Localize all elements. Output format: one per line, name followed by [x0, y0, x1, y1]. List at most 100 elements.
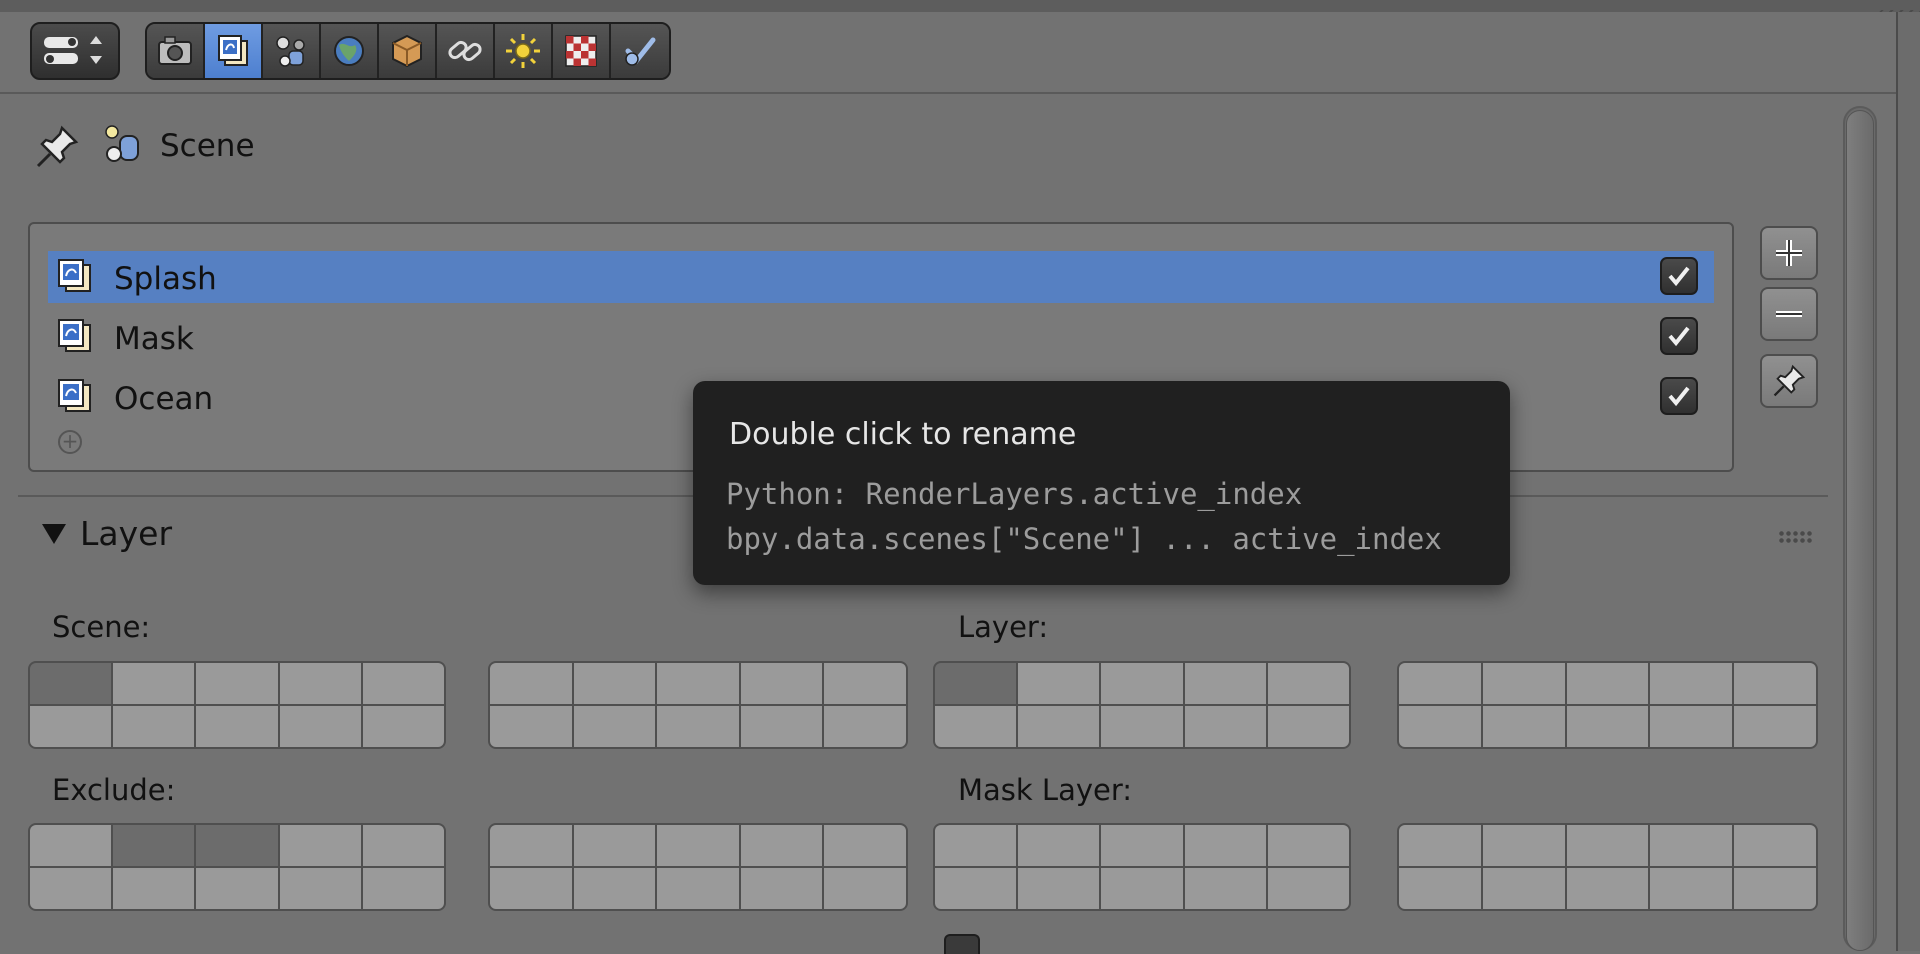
tab-object[interactable]: [379, 24, 437, 78]
layer-toggle[interactable]: [1399, 825, 1481, 866]
panel-drag-handle[interactable]: [1778, 530, 1812, 544]
add-layer-button[interactable]: [1760, 226, 1818, 280]
layer-toggle[interactable]: [1399, 868, 1481, 909]
scrollbar-thumb[interactable]: [1846, 110, 1874, 951]
layer-toggle[interactable]: [1482, 663, 1565, 704]
layer-toggle[interactable]: [279, 868, 361, 909]
layer-toggle[interactable]: [113, 706, 195, 747]
layer-toggle[interactable]: [362, 825, 444, 866]
tab-lamp[interactable]: [495, 24, 553, 78]
layer-toggle[interactable]: [1101, 706, 1183, 747]
layer-toggle[interactable]: [1734, 663, 1816, 704]
pin-icon[interactable]: [32, 122, 82, 172]
tab-render-layers[interactable]: [205, 24, 263, 78]
layer-toggle[interactable]: [1482, 868, 1565, 909]
layer-toggle[interactable]: [1650, 825, 1733, 866]
collapse-triangle-icon[interactable]: [42, 524, 66, 544]
layer-toggle[interactable]: [824, 663, 906, 704]
layer-toggle[interactable]: [490, 868, 572, 909]
layer-toggle[interactable]: [935, 706, 1017, 747]
layer-toggle[interactable]: [113, 663, 195, 704]
layer-toggle[interactable]: [935, 663, 1017, 704]
list-expand-icon[interactable]: +: [58, 430, 82, 454]
layer-toggle[interactable]: [1566, 663, 1649, 704]
use-environment-checkbox[interactable]: [944, 934, 980, 954]
layer-toggle[interactable]: [740, 868, 823, 909]
layer-toggle[interactable]: [30, 663, 112, 704]
list-item-mask[interactable]: Mask: [48, 311, 1714, 363]
enable-checkbox[interactable]: [1660, 317, 1698, 355]
layer-toggle[interactable]: [1399, 663, 1481, 704]
layer-toggle[interactable]: [1018, 663, 1100, 704]
layer-toggle[interactable]: [1101, 868, 1183, 909]
tab-world[interactable]: [321, 24, 379, 78]
layer-toggle[interactable]: [490, 706, 572, 747]
layer-toggle[interactable]: [573, 663, 656, 704]
layer-toggle[interactable]: [657, 868, 739, 909]
enable-checkbox[interactable]: [1660, 377, 1698, 415]
layer-toggle[interactable]: [1267, 868, 1349, 909]
tab-constraints[interactable]: [437, 24, 495, 78]
layer-toggle[interactable]: [1734, 706, 1816, 747]
layer-toggle[interactable]: [30, 706, 112, 747]
layer-toggle[interactable]: [1734, 868, 1816, 909]
layer-toggle[interactable]: [196, 825, 278, 866]
layer-toggle[interactable]: [279, 706, 361, 747]
layer-toggle[interactable]: [1734, 825, 1816, 866]
layer-toggle[interactable]: [657, 706, 739, 747]
layer-toggle[interactable]: [1650, 868, 1733, 909]
layer-toggle[interactable]: [1184, 825, 1266, 866]
layer-toggle[interactable]: [30, 868, 112, 909]
layer-toggle[interactable]: [1018, 706, 1100, 747]
layer-toggle[interactable]: [1101, 825, 1183, 866]
panel-title[interactable]: Layer: [80, 514, 172, 553]
layer-toggle[interactable]: [362, 706, 444, 747]
layer-toggle[interactable]: [740, 706, 823, 747]
layer-toggle[interactable]: [30, 825, 112, 866]
enable-checkbox[interactable]: [1660, 257, 1698, 295]
layer-toggle[interactable]: [1650, 663, 1733, 704]
layer-toggle[interactable]: [490, 825, 572, 866]
layer-toggle[interactable]: [196, 706, 278, 747]
layer-toggle[interactable]: [740, 663, 823, 704]
list-item-splash[interactable]: Splash: [48, 251, 1714, 303]
layer-toggle[interactable]: [573, 706, 656, 747]
layer-toggle[interactable]: [1184, 663, 1266, 704]
layer-toggle[interactable]: [740, 825, 823, 866]
tab-texture[interactable]: [553, 24, 611, 78]
layer-toggle[interactable]: [1184, 706, 1266, 747]
layer-toggle[interactable]: [196, 868, 278, 909]
layer-toggle[interactable]: [1184, 868, 1266, 909]
layer-toggle[interactable]: [279, 663, 361, 704]
tab-render[interactable]: [147, 24, 205, 78]
layer-toggle[interactable]: [657, 825, 739, 866]
layer-toggle[interactable]: [1267, 663, 1349, 704]
layer-toggle[interactable]: [935, 825, 1017, 866]
layer-toggle[interactable]: [1018, 825, 1100, 866]
layer-toggle[interactable]: [657, 663, 739, 704]
layer-toggle[interactable]: [1267, 706, 1349, 747]
pin-layer-button[interactable]: [1760, 354, 1818, 408]
layer-toggle[interactable]: [279, 825, 361, 866]
layer-toggle[interactable]: [1566, 706, 1649, 747]
layer-toggle[interactable]: [1650, 706, 1733, 747]
tab-physics[interactable]: [611, 24, 669, 78]
layer-toggle[interactable]: [1399, 706, 1481, 747]
layer-toggle[interactable]: [1267, 825, 1349, 866]
layer-toggle[interactable]: [362, 868, 444, 909]
tab-scene[interactable]: [263, 24, 321, 78]
layer-toggle[interactable]: [1566, 868, 1649, 909]
layer-toggle[interactable]: [573, 868, 656, 909]
layer-toggle[interactable]: [824, 706, 906, 747]
layer-toggle[interactable]: [1101, 663, 1183, 704]
layer-toggle[interactable]: [490, 663, 572, 704]
layer-toggle[interactable]: [362, 663, 444, 704]
layer-toggle[interactable]: [1018, 868, 1100, 909]
layer-toggle[interactable]: [824, 868, 906, 909]
layer-toggle[interactable]: [113, 825, 195, 866]
layer-toggle[interactable]: [1482, 706, 1565, 747]
remove-layer-button[interactable]: [1760, 287, 1818, 341]
layer-toggle[interactable]: [935, 868, 1017, 909]
editor-type-button[interactable]: [30, 22, 120, 80]
layer-toggle[interactable]: [573, 825, 656, 866]
